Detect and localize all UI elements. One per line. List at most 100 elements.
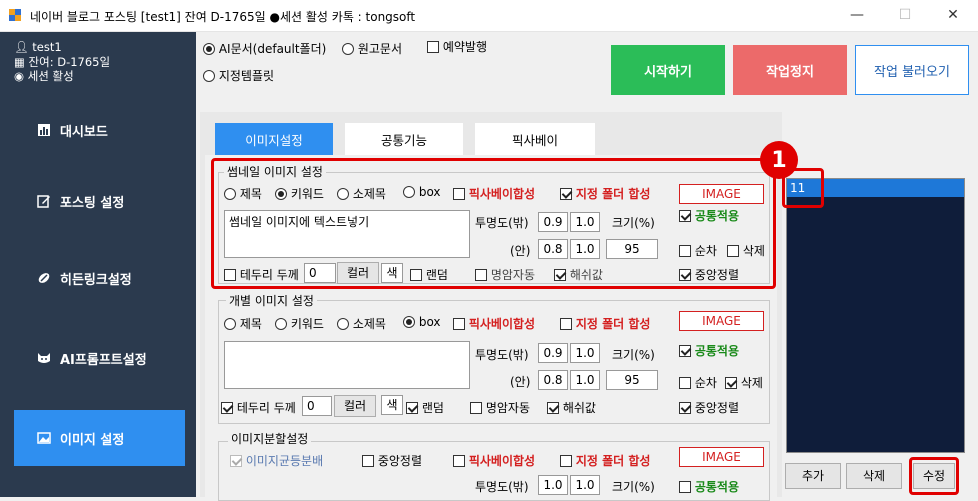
indiv-subtitle-label: 소제목 <box>352 317 386 331</box>
indiv-pixabay-checkbox[interactable]: 픽사베이합성 <box>453 315 535 332</box>
checkbox-indicator <box>453 318 465 330</box>
tab-pixabay[interactable]: 픽사베이 <box>475 123 595 155</box>
calendar-icon: ▦ <box>14 55 25 69</box>
indiv-opacity-in-b[interactable]: 1.0 <box>570 370 600 390</box>
mode-template-radio[interactable]: 지정템플릿 <box>203 67 274 84</box>
split-folder-checkbox[interactable]: 지정 폴더 합성 <box>560 452 650 469</box>
user-name: test1 <box>32 40 62 54</box>
indiv-common-label: 공통적용 <box>694 344 739 358</box>
add-button[interactable]: 추가 <box>785 463 841 489</box>
indiv-opacity-in-a[interactable]: 0.8 <box>538 370 568 390</box>
split-even-checkbox[interactable]: 이미지균등분배 <box>230 452 323 469</box>
step-badge: 1 <box>760 141 798 179</box>
indiv-hash-checkbox[interactable]: 해쉬값 <box>547 399 596 416</box>
sidebar-item-posting[interactable]: 포스팅 설정 <box>14 173 185 229</box>
indiv-image-button[interactable]: IMAGE <box>679 311 764 331</box>
checkbox-indicator <box>362 455 374 467</box>
session-status: ◉ 세션 활성 <box>14 68 74 84</box>
indiv-delete-checkbox[interactable]: 삭제 <box>725 374 763 391</box>
indiv-random-checkbox[interactable]: 랜덤 <box>406 399 444 416</box>
checkbox-indicator <box>406 402 418 414</box>
title-bar: 네이버 블로그 포스팅 [test1] 잔여 D-1765일 ●세션 활성 카톡… <box>0 0 978 32</box>
user-status: 👤︎ test1 <box>14 40 62 54</box>
indiv-keyword-radio[interactable]: 키워드 <box>275 315 324 332</box>
indiv-box-radio[interactable]: box <box>403 315 441 329</box>
radio-indicator <box>403 316 415 328</box>
thumbnail-highlight-box <box>211 158 776 289</box>
chart-icon <box>36 122 52 138</box>
indiv-order-checkbox[interactable]: 순차 <box>679 374 717 391</box>
schedule-checkbox[interactable]: 예약발행 <box>427 38 487 55</box>
mode-ai-label: AI문서(default폴더) <box>218 42 327 56</box>
checkbox-indicator <box>453 455 465 467</box>
checkbox-indicator <box>679 402 691 414</box>
indiv-random-label: 랜덤 <box>421 401 444 415</box>
radio-indicator <box>224 318 236 330</box>
session-icon: ◉ <box>14 69 25 83</box>
tab-image-settings[interactable]: 이미지설정 <box>215 123 333 155</box>
tab-common[interactable]: 공통기능 <box>345 123 463 155</box>
indiv-border-checkbox[interactable]: 테두리 두께 <box>221 399 296 416</box>
indiv-keyword-label: 키워드 <box>290 317 324 331</box>
sidebar-item-hiddenlink[interactable]: 히든링크설정 <box>14 250 185 306</box>
robot-icon <box>36 350 52 366</box>
indiv-folder-label: 지정 폴더 합성 <box>575 317 651 331</box>
radio-indicator <box>342 43 354 55</box>
indiv-box-label: box <box>418 315 441 329</box>
split-common-label: 공통적용 <box>694 480 739 494</box>
mode-draft-label: 원고문서 <box>357 42 402 56</box>
split-image-button[interactable]: IMAGE <box>679 447 764 467</box>
indiv-hash-label: 해쉬값 <box>562 401 596 415</box>
preset-list[interactable]: 11 <box>786 178 965 453</box>
user-icon: 👤︎ <box>14 40 29 54</box>
indiv-opacity-out-a[interactable]: 0.9 <box>538 343 568 363</box>
sidebar-item-label: AI프롬프트설정 <box>60 352 147 368</box>
indiv-size-input[interactable]: 95 <box>606 370 658 390</box>
checkbox-indicator <box>221 402 233 414</box>
stop-button[interactable]: 작업정지 <box>733 45 847 95</box>
indiv-title-label: 제목 <box>239 317 262 331</box>
split-even-label: 이미지균등분배 <box>245 454 324 468</box>
indiv-common-checkbox[interactable]: 공통적용 <box>679 342 739 359</box>
load-button[interactable]: 작업 불러오기 <box>855 45 969 95</box>
sidebar-item-ai-prompt[interactable]: AI프롬프트설정 <box>14 330 185 386</box>
sidebar-item-dashboard[interactable]: 대시보드 <box>14 102 185 158</box>
split-folder-label: 지정 폴더 합성 <box>575 454 651 468</box>
indiv-delete-label: 삭제 <box>740 376 763 390</box>
split-center-label: 중앙정렬 <box>377 454 422 468</box>
maximize-button[interactable]: ☐ <box>890 4 920 26</box>
sidebar-item-image[interactable]: 이미지 설정 <box>14 410 185 466</box>
indiv-subtitle-radio[interactable]: 소제목 <box>337 315 386 332</box>
indiv-center-checkbox[interactable]: 중앙정렬 <box>679 399 739 416</box>
sidebar-item-label: 포스팅 설정 <box>60 195 125 211</box>
split-common-checkbox[interactable]: 공통적용 <box>679 478 739 495</box>
edit-icon <box>36 193 52 209</box>
split-opacity-out-b[interactable]: 1.0 <box>570 475 600 495</box>
split-opacity-out-a[interactable]: 1.0 <box>538 475 568 495</box>
link-icon <box>36 270 52 286</box>
delete-button[interactable]: 삭제 <box>846 463 902 489</box>
mode-draft-radio[interactable]: 원고문서 <box>342 40 402 57</box>
sidebar-item-label: 대시보드 <box>60 124 108 140</box>
split-pixabay-checkbox[interactable]: 픽사베이합성 <box>453 452 535 469</box>
indiv-text-input[interactable] <box>224 341 470 389</box>
indiv-opacity-out-b[interactable]: 1.0 <box>570 343 600 363</box>
indiv-color-swatch[interactable]: 색 <box>381 395 403 415</box>
app-icon <box>9 9 21 21</box>
indiv-opacity-in-label: (안) <box>510 375 531 389</box>
remaining-days: 잔여: D-1765일 <box>28 55 111 69</box>
indiv-color-button[interactable]: 컬러 <box>334 395 376 417</box>
indiv-title-radio[interactable]: 제목 <box>224 315 262 332</box>
checkbox-indicator <box>725 377 737 389</box>
minimize-button[interactable]: — <box>842 4 872 26</box>
indiv-contrast-checkbox[interactable]: 명암자동 <box>470 399 530 416</box>
indiv-folder-checkbox[interactable]: 지정 폴더 합성 <box>560 315 650 332</box>
split-center-checkbox[interactable]: 중앙정렬 <box>362 452 422 469</box>
close-button[interactable]: ✕ <box>938 4 968 26</box>
checkbox-indicator <box>560 455 572 467</box>
radio-indicator <box>337 318 349 330</box>
mode-ai-radio[interactable]: AI문서(default폴더) <box>203 40 326 57</box>
indiv-pixabay-label: 픽사베이합성 <box>468 317 536 331</box>
indiv-border-input[interactable]: 0 <box>302 396 332 416</box>
start-button[interactable]: 시작하기 <box>611 45 725 95</box>
